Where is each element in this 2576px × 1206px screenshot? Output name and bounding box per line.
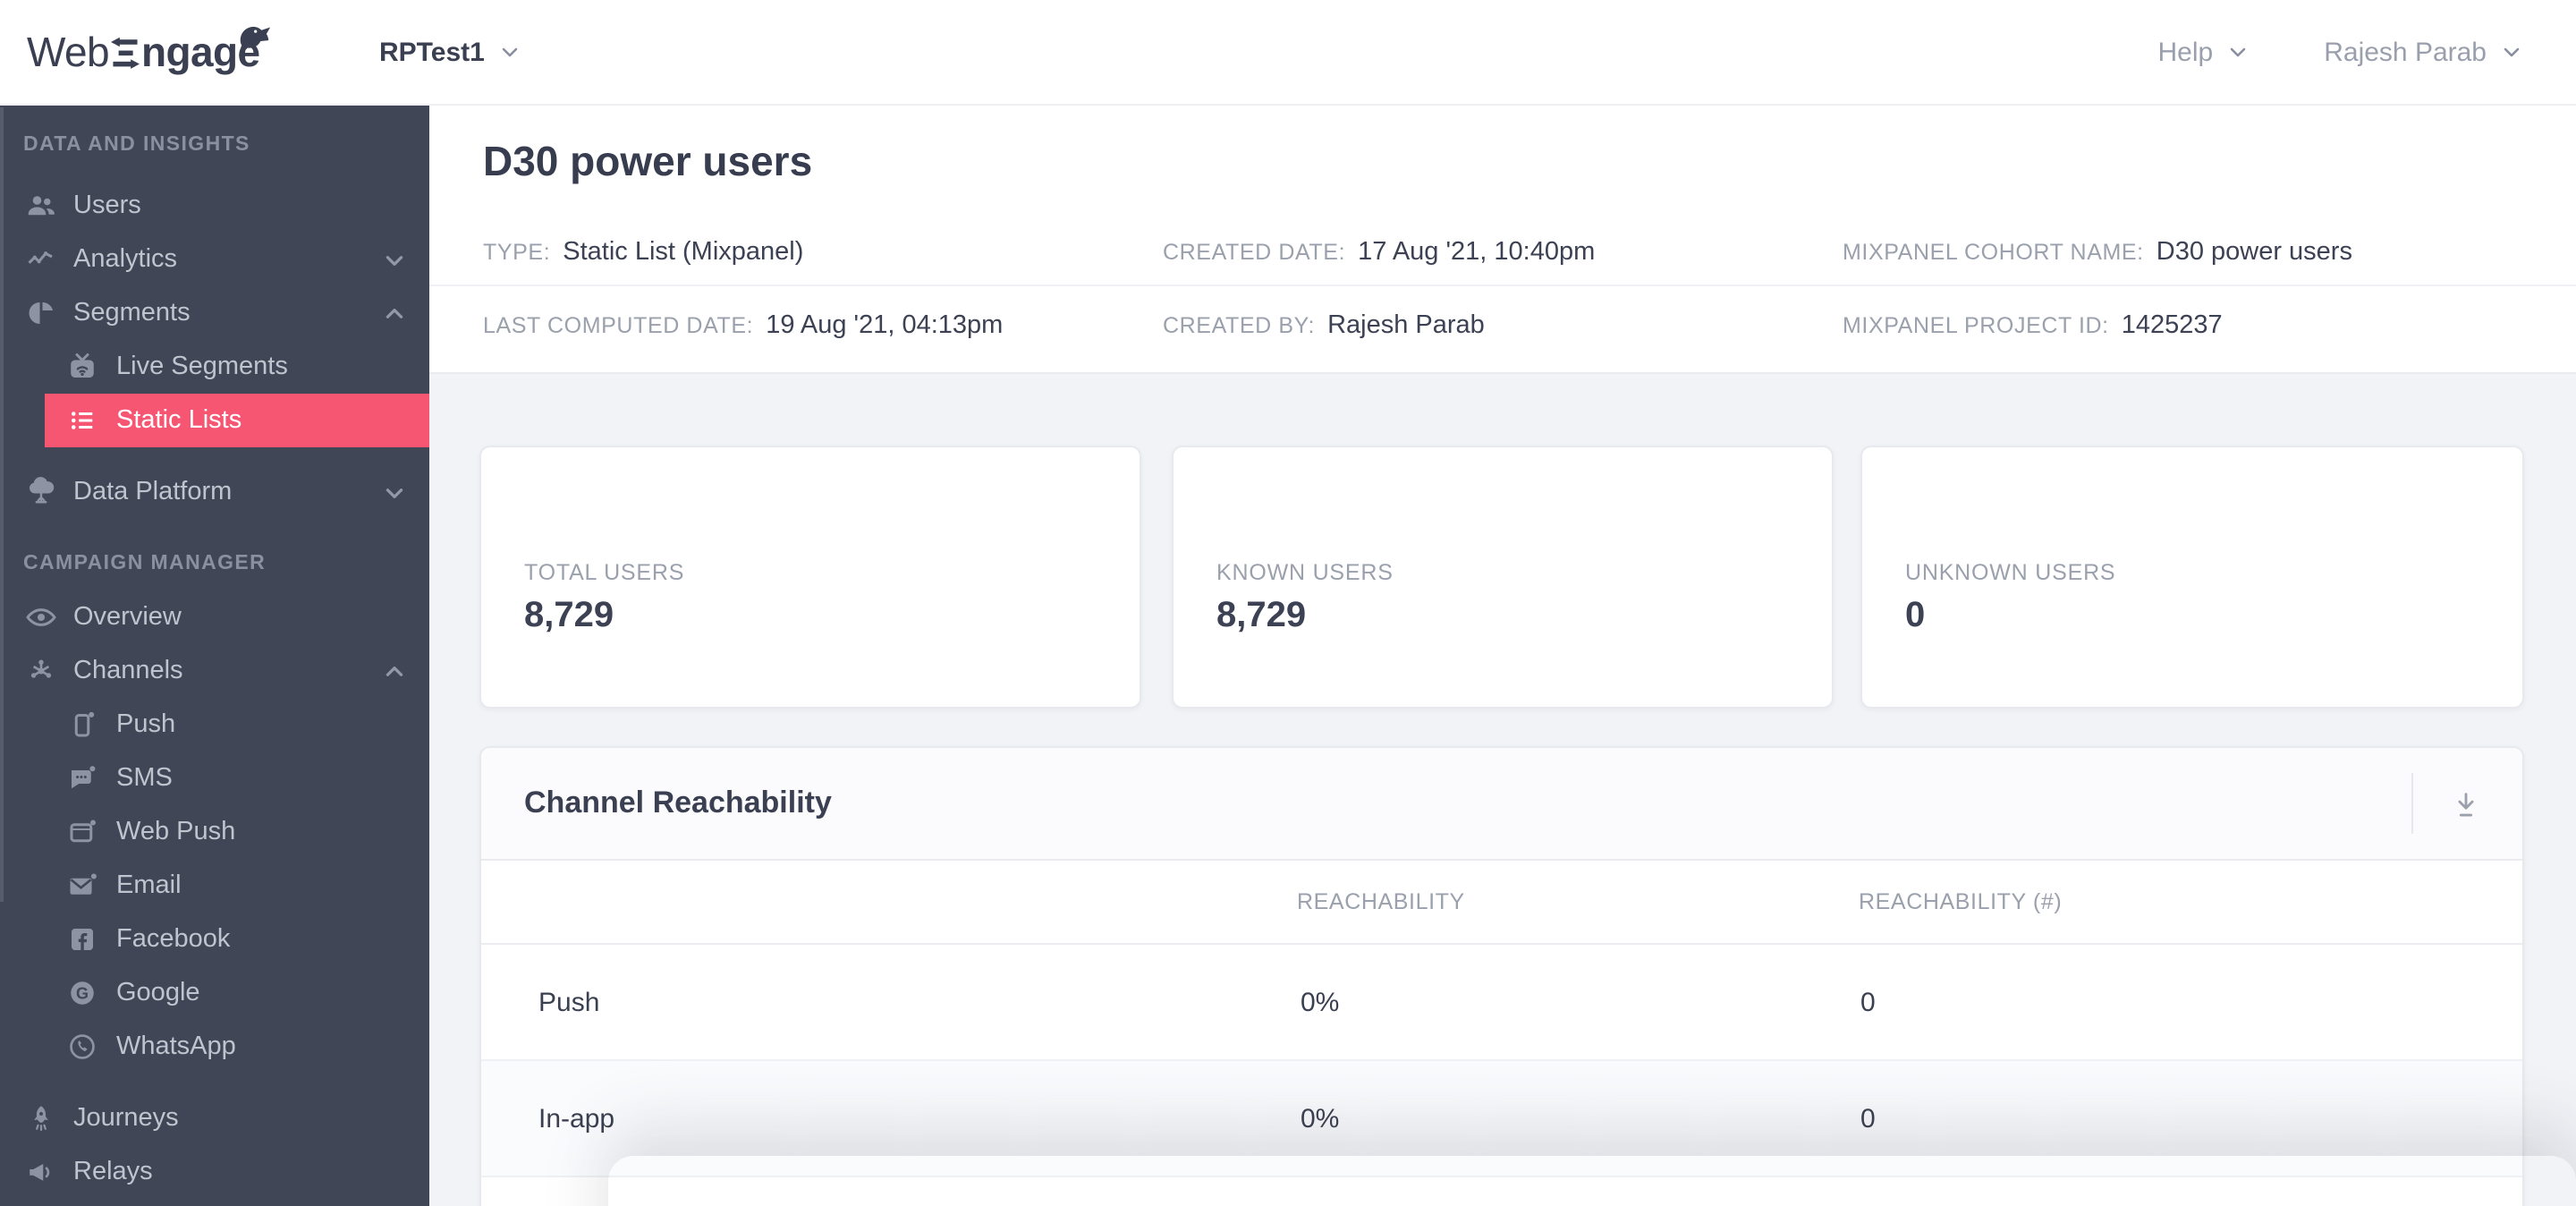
email-envelope-icon bbox=[66, 870, 98, 902]
sidebar-item-static-lists[interactable]: Static Lists bbox=[45, 394, 429, 447]
meta-type: TYPE: Static List (Mixpanel) bbox=[483, 238, 804, 267]
sidebar-item-journeys[interactable]: Journeys bbox=[0, 1091, 429, 1145]
panel-title: Channel Reachability bbox=[524, 786, 832, 820]
stat-value: 8,729 bbox=[1216, 596, 1307, 635]
chevron-down-icon bbox=[383, 480, 406, 504]
webengage-logo[interactable]: Web ngage bbox=[27, 26, 271, 77]
cell-channel: Push bbox=[538, 987, 600, 1017]
chevron-down-icon bbox=[383, 248, 406, 271]
logo-e-arrows-icon bbox=[110, 37, 140, 69]
megaphone-icon bbox=[25, 1156, 57, 1188]
project-name: RPTest1 bbox=[379, 37, 485, 67]
channel-reachability-panel: Channel Reachability REACHABILITY REACHA… bbox=[479, 746, 2524, 1206]
meta-divider bbox=[429, 285, 2576, 286]
logo-text-web: Web bbox=[27, 29, 110, 75]
sidebar-item-web-push[interactable]: Web Push bbox=[0, 805, 429, 859]
user-menu[interactable]: Rajesh Parab bbox=[2324, 37, 2522, 67]
chevron-up-icon bbox=[383, 302, 406, 325]
sidebar-item-relays[interactable]: Relays bbox=[0, 1145, 429, 1199]
sidebar: DATA AND INSIGHTS Users Analytics Segmen… bbox=[0, 104, 429, 1206]
stat-value: 0 bbox=[1905, 596, 1926, 635]
table-header-row: REACHABILITY REACHABILITY (#) bbox=[481, 861, 2522, 945]
sidebar-item-data-platform[interactable]: Data Platform bbox=[0, 465, 429, 519]
topbar: Web ngage RPTest1 Help Rajesh Parab bbox=[0, 0, 2576, 106]
google-icon: G bbox=[66, 977, 98, 1009]
project-switcher[interactable]: RPTest1 bbox=[379, 0, 521, 104]
meta-created-date: CREATED DATE: 17 Aug '21, 10:40pm bbox=[1163, 238, 1596, 267]
stat-card-unknown-users: UNKNOWN USERS 0 bbox=[1860, 446, 2524, 709]
panel-header: Channel Reachability bbox=[481, 748, 2522, 861]
topbar-right: Help Rajesh Parab bbox=[2158, 0, 2523, 104]
page-title: D30 power users bbox=[483, 138, 813, 184]
static-lists-icon bbox=[66, 404, 98, 437]
browser-push-icon bbox=[66, 816, 98, 848]
sidebar-item-whatsapp[interactable]: WhatsApp bbox=[0, 1020, 429, 1074]
bottom-scroll-shadow bbox=[608, 1156, 2576, 1206]
sidebar-item-analytics[interactable]: Analytics bbox=[0, 233, 429, 286]
panel-header-divider bbox=[2411, 773, 2413, 834]
live-segments-icon bbox=[66, 351, 98, 383]
section-header-data-and-insights: DATA AND INSIGHTS bbox=[23, 134, 250, 156]
sidebar-item-overview[interactable]: Overview bbox=[0, 590, 429, 644]
sidebar-item-google[interactable]: G Google bbox=[0, 966, 429, 1020]
meta-row-2: LAST COMPUTED DATE: 19 Aug '21, 04:13pm … bbox=[483, 311, 2522, 347]
column-header-reachability-count: REACHABILITY (#) bbox=[1859, 889, 2063, 914]
channels-icon bbox=[25, 655, 57, 687]
mobile-push-icon bbox=[66, 709, 98, 741]
whatsapp-icon bbox=[66, 1031, 98, 1063]
help-menu[interactable]: Help bbox=[2158, 37, 2250, 67]
meta-row-1: TYPE: Static List (Mixpanel) CREATED DAT… bbox=[483, 238, 2522, 274]
meta-mixpanel-cohort-name: MIXPANEL COHORT NAME: D30 power users bbox=[1843, 238, 2352, 267]
cell-reachability: 0% bbox=[1301, 987, 1340, 1017]
chevron-down-icon bbox=[2501, 41, 2522, 63]
content-area: TOTAL USERS 8,729 KNOWN USERS 8,729 UNKN… bbox=[429, 372, 2576, 1206]
chevron-down-icon bbox=[499, 41, 521, 63]
stat-value: 8,729 bbox=[524, 596, 614, 635]
table-row-push: Push 0% 0 bbox=[481, 945, 2522, 1061]
meta-created-by: CREATED BY: Rajesh Parab bbox=[1163, 311, 1485, 340]
download-icon bbox=[2457, 792, 2473, 816]
help-label: Help bbox=[2157, 37, 2214, 67]
segments-icon bbox=[25, 297, 57, 329]
sidebar-item-facebook[interactable]: Facebook bbox=[0, 913, 429, 966]
meta-mixpanel-project-id: MIXPANEL PROJECT ID: 1425237 bbox=[1843, 311, 2223, 340]
sidebar-item-segments[interactable]: Segments bbox=[0, 286, 429, 340]
sidebar-item-push[interactable]: Push bbox=[0, 698, 429, 752]
download-button[interactable] bbox=[2442, 780, 2488, 827]
app-window: Web ngage RPTest1 Help Rajesh Parab DATA… bbox=[0, 0, 2576, 1206]
sidebar-item-channels[interactable]: Channels bbox=[0, 644, 429, 698]
stat-label: UNKNOWN USERS bbox=[1905, 560, 2116, 585]
stat-label: KNOWN USERS bbox=[1216, 560, 1394, 585]
stat-card-known-users: KNOWN USERS 8,729 bbox=[1172, 446, 1834, 709]
facebook-icon bbox=[66, 923, 98, 955]
data-platform-icon bbox=[25, 476, 57, 508]
stat-card-total-users: TOTAL USERS 8,729 bbox=[479, 446, 1141, 709]
section-header-campaign-manager: CAMPAIGN MANAGER bbox=[23, 553, 267, 574]
stat-label: TOTAL USERS bbox=[524, 560, 685, 585]
sidebar-item-users[interactable]: Users bbox=[0, 179, 429, 233]
user-name: Rajesh Parab bbox=[2324, 37, 2487, 67]
column-header-reachability: REACHABILITY bbox=[1297, 889, 1465, 914]
sidebar-item-live-segments[interactable]: Live Segments bbox=[0, 340, 429, 394]
cell-reachability-count: 0 bbox=[1860, 987, 1876, 1017]
cell-channel: In-app bbox=[538, 1103, 615, 1134]
svg-text:G: G bbox=[76, 984, 89, 1002]
rocket-icon bbox=[25, 1102, 57, 1134]
chevron-up-icon bbox=[383, 659, 406, 683]
users-icon bbox=[25, 190, 57, 222]
sidebar-item-sms[interactable]: SMS bbox=[0, 752, 429, 805]
sidebar-item-email[interactable]: Email bbox=[0, 859, 429, 913]
main-content: D30 power users TYPE: Static List (Mixpa… bbox=[429, 104, 2576, 1206]
eye-icon bbox=[25, 601, 57, 633]
bird-icon bbox=[239, 26, 271, 56]
chevron-down-icon bbox=[2227, 41, 2249, 63]
analytics-icon bbox=[25, 243, 57, 276]
sms-chat-icon bbox=[66, 762, 98, 794]
meta-last-computed-date: LAST COMPUTED DATE: 19 Aug '21, 04:13pm bbox=[483, 311, 1004, 340]
